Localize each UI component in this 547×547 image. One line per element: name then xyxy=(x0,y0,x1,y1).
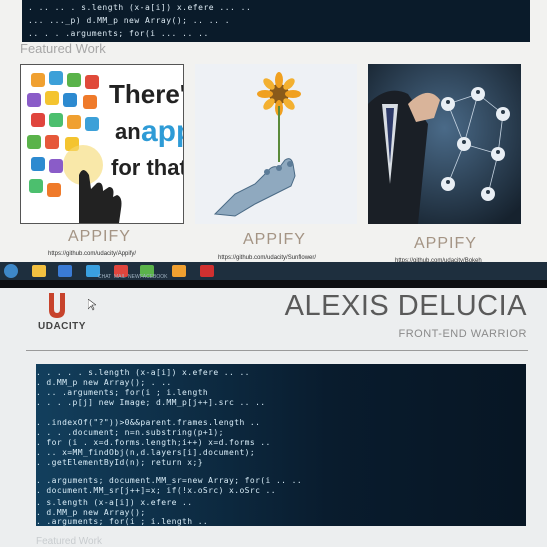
hero-code-line: . .arguments; document.MM_sr=new Array; … xyxy=(36,476,303,485)
hero-code-line: . .. x=MM_findObj(n,d.layers[i].document… xyxy=(36,448,256,457)
project-title: APPIFY xyxy=(68,228,131,245)
project-thumbnail-appify[interactable]: There's an app for that! xyxy=(20,64,184,224)
project-title: APPIFY xyxy=(414,235,477,252)
app-icons-illustration: There's an app for that! xyxy=(21,65,183,223)
appify-image-text-line4: for that! xyxy=(111,155,183,180)
hero-code-line: . d.MM_p new Array(); xyxy=(36,508,146,517)
robot-hand-sunflower-illustration xyxy=(195,64,357,224)
featured-work-heading-faded: Featured Work xyxy=(36,536,102,547)
hero-code-line: . . . .p[j] new Image; d.MM_p[j++].src .… xyxy=(36,398,266,407)
code-line: ... ..._p) d.MM_p new Array(); .. .. . xyxy=(28,16,231,25)
hero-code-image: . . . . . s.length (x-a[i]) x.efere .. .… xyxy=(36,364,526,526)
hero-code-image-top: . .. .. . s.length (x-a[i]) x.efere ... … xyxy=(22,0,530,42)
project-thumbnail-sunflower[interactable] xyxy=(195,64,357,224)
monitor-bezel xyxy=(0,280,547,288)
page-subtitle: FRONT-END WARRIOR xyxy=(398,328,527,340)
hero-code-line: . . . .document; n=n.substring(p+1); xyxy=(36,428,224,437)
start-button[interactable] xyxy=(4,264,18,278)
hero-code-line: . .indexOf("?"))>0&&parent.frames.length… xyxy=(36,418,261,427)
windows-taskbar: CHAT MAIL NEW FACEBOOK xyxy=(0,262,547,280)
hero-code-line: . . . . . s.length (x-a[i]) x.efere .. .… xyxy=(36,368,250,377)
hero-code-line: . document.MM_sr[j++]=x; if(!x.oSrc) x.o… xyxy=(36,486,276,495)
hero-code-line: . .arguments; for(i ; i.length .. xyxy=(36,517,209,526)
project-link[interactable]: https://github.com/udacity/Sunflower/ xyxy=(218,255,316,261)
appify-image-text-line1: There's xyxy=(109,79,183,109)
udacity-logo-icon[interactable] xyxy=(45,291,69,319)
hero-code-line: . s.length (x-a[i]) x.efere .. xyxy=(36,498,193,507)
hero-code-line: . d.MM_p new Array(); . .. xyxy=(36,378,172,387)
pdf-icon[interactable] xyxy=(200,265,214,277)
appify-image-text-line3: app xyxy=(141,115,183,148)
top-screen: . .. .. . s.length (x-a[i]) x.efere ... … xyxy=(0,0,547,268)
featured-work-heading: Featured Work xyxy=(20,41,106,56)
hero-code-line: . .. .arguments; for(i ; i.length xyxy=(36,388,209,397)
skype-icon[interactable] xyxy=(58,265,72,277)
project-title: APPIFY xyxy=(243,231,306,248)
code-line: . .. .. . s.length (x-a[i]) x.efere ... … xyxy=(28,3,252,12)
bottom-screen: UDACITY ALEXIS DELUCIA FRONT-END WARRIOR… xyxy=(0,288,547,547)
folder-icon[interactable] xyxy=(32,265,46,277)
page-title: ALEXIS DELUCIA xyxy=(284,290,527,322)
hero-code-line: . .getElementById(n); return x;} xyxy=(36,458,203,467)
logo-text: UDACITY xyxy=(38,321,86,332)
project-link[interactable]: https://github.com/udacity/Appify/ xyxy=(48,251,136,257)
business-network-illustration xyxy=(368,64,521,224)
appify-image-text-line2: an xyxy=(115,119,141,144)
project-thumbnail-bokeh[interactable] xyxy=(368,64,521,224)
app-icon[interactable] xyxy=(172,265,186,277)
hero-code-line: . for (i . x=d.forms.length;i++) x=d.for… xyxy=(36,438,271,447)
code-line: .. . . .arguments; for(i ... .. .. xyxy=(28,29,209,38)
mouse-cursor-icon xyxy=(88,299,96,311)
divider xyxy=(26,350,528,351)
